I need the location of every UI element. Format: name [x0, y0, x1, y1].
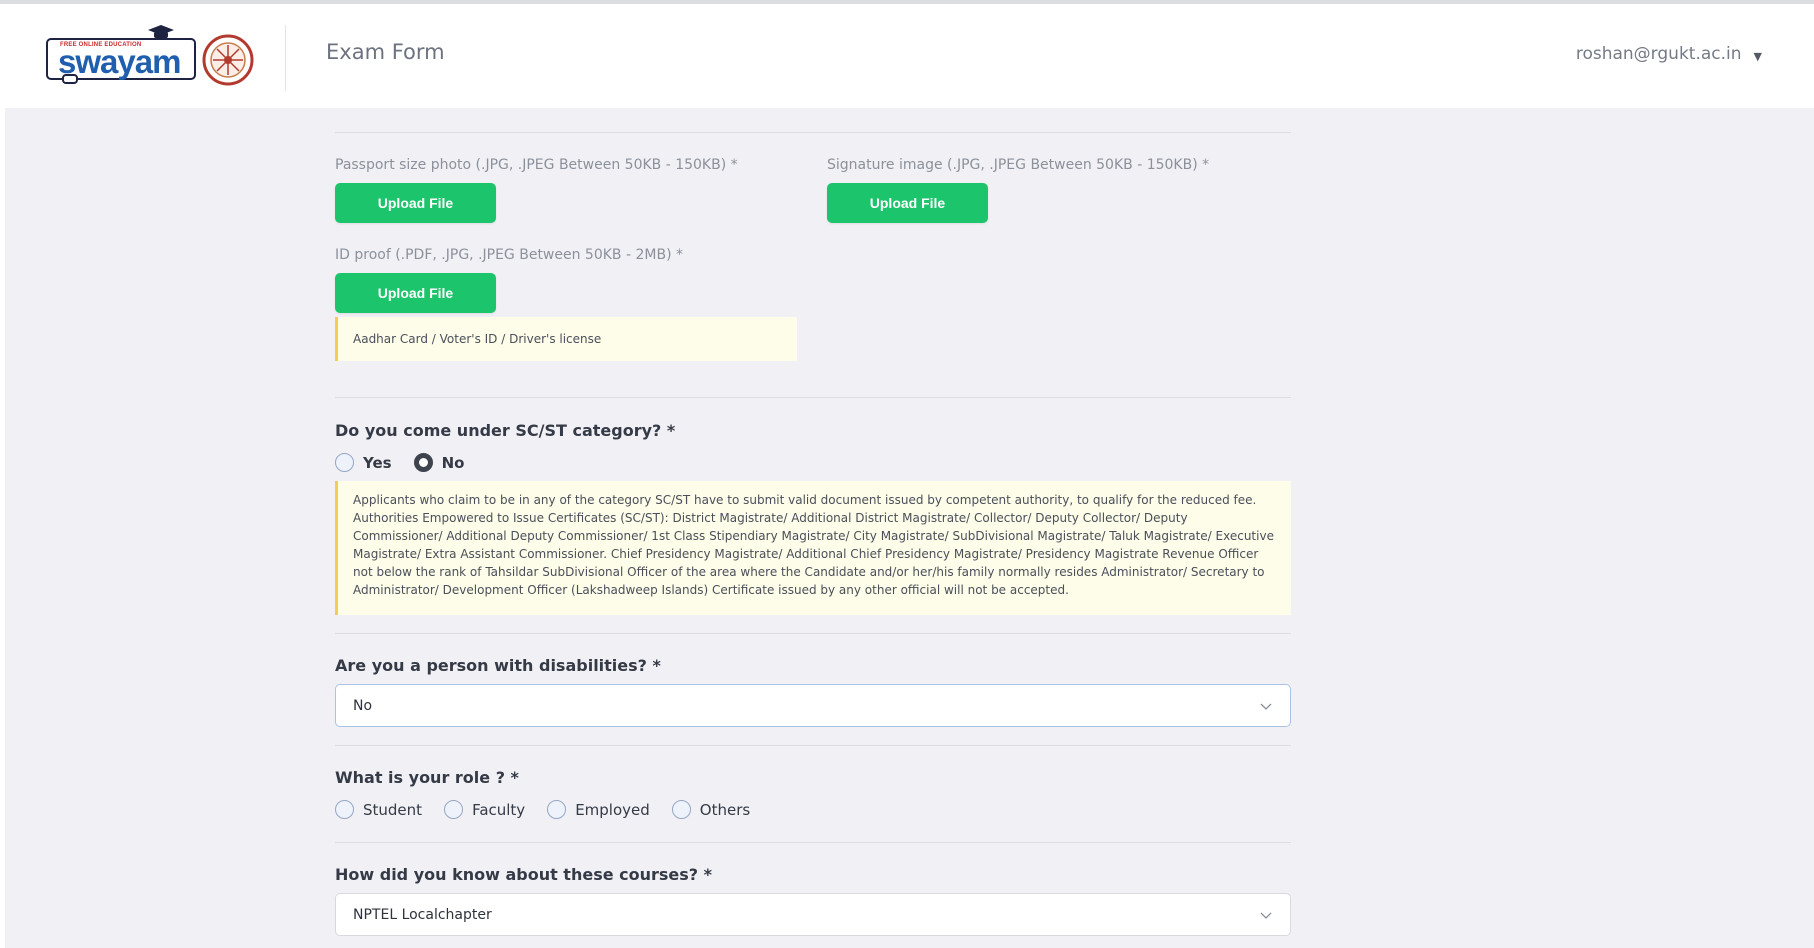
id-proof-upload-button[interactable]: Upload File [335, 273, 496, 313]
user-email: roshan@rgukt.ac.in [1575, 44, 1742, 64]
divider [335, 397, 1291, 398]
radio-label: Others [699, 800, 751, 819]
main-content: Passport size photo (.JPG, .JPEG Between… [5, 108, 1814, 948]
radio-label: No [441, 453, 465, 472]
divider [335, 745, 1291, 746]
radio-unchecked-icon [444, 800, 464, 819]
disability-question: Are you a person with disabilities? * [335, 656, 661, 675]
divider [335, 132, 1291, 133]
role-option-employed[interactable]: Employed [547, 800, 650, 819]
photo-upload-button[interactable]: Upload File [335, 183, 496, 223]
source-selected-value: NPTEL Localchapter [353, 906, 492, 923]
radio-unchecked-icon [547, 800, 567, 819]
scst-note: Applicants who claim to be in any of the… [335, 481, 1291, 615]
role-option-student[interactable]: Student [335, 800, 422, 819]
scst-option-yes[interactable]: Yes [335, 453, 392, 472]
scst-radio-group: Yes No [335, 453, 486, 472]
scst-option-no[interactable]: No [413, 453, 465, 472]
role-option-others[interactable]: Others [671, 800, 751, 819]
disability-select[interactable]: No [335, 684, 1291, 727]
page-title: Exam Form [326, 40, 445, 64]
radio-label: Employed [575, 800, 650, 819]
radio-unchecked-icon [671, 800, 691, 819]
mouse-icon [62, 74, 78, 84]
swayam-logo[interactable]: FREE ONLINE EDUCATION swayam [46, 24, 256, 94]
app-header: FREE ONLINE EDUCATION swayam Exam Form r… [0, 4, 1814, 108]
radio-unchecked-icon [335, 453, 354, 472]
signature-upload-button[interactable]: Upload File [827, 183, 988, 223]
divider [335, 633, 1291, 634]
radio-label: Yes [363, 453, 392, 472]
disability-selected-value: No [353, 697, 373, 714]
radio-label: Faculty [472, 800, 526, 819]
radio-checked-icon [413, 453, 433, 472]
divider [335, 842, 1291, 843]
chevron-down-icon: ▼ [1753, 49, 1762, 63]
radio-unchecked-icon [335, 800, 354, 819]
chevron-down-icon [1260, 703, 1272, 710]
photo-upload-label: Passport size photo (.JPG, .JPEG Between… [335, 157, 738, 173]
scst-question: Do you come under SC/ST category? * [335, 421, 676, 440]
role-radio-group: Student Faculty Employed Others [335, 800, 772, 819]
source-select[interactable]: NPTEL Localchapter [335, 893, 1291, 936]
signature-upload-label: Signature image (.JPG, .JPEG Between 50K… [827, 157, 1210, 173]
chevron-down-icon [1260, 912, 1272, 919]
user-menu[interactable]: roshan@rgukt.ac.in ▼ [1576, 44, 1762, 64]
graduation-cap-icon [148, 25, 174, 38]
header-divider [285, 25, 286, 91]
role-option-faculty[interactable]: Faculty [444, 800, 525, 819]
emblem-icon [202, 34, 254, 86]
radio-label: Student [363, 800, 423, 819]
id-proof-note: Aadhar Card / Voter's ID / Driver's lice… [335, 317, 797, 361]
role-question: What is your role ? * [335, 768, 519, 787]
id-proof-upload-label: ID proof (.PDF, .JPG, .JPEG Between 50KB… [335, 247, 683, 263]
source-question: How did you know about these courses? * [335, 865, 713, 884]
